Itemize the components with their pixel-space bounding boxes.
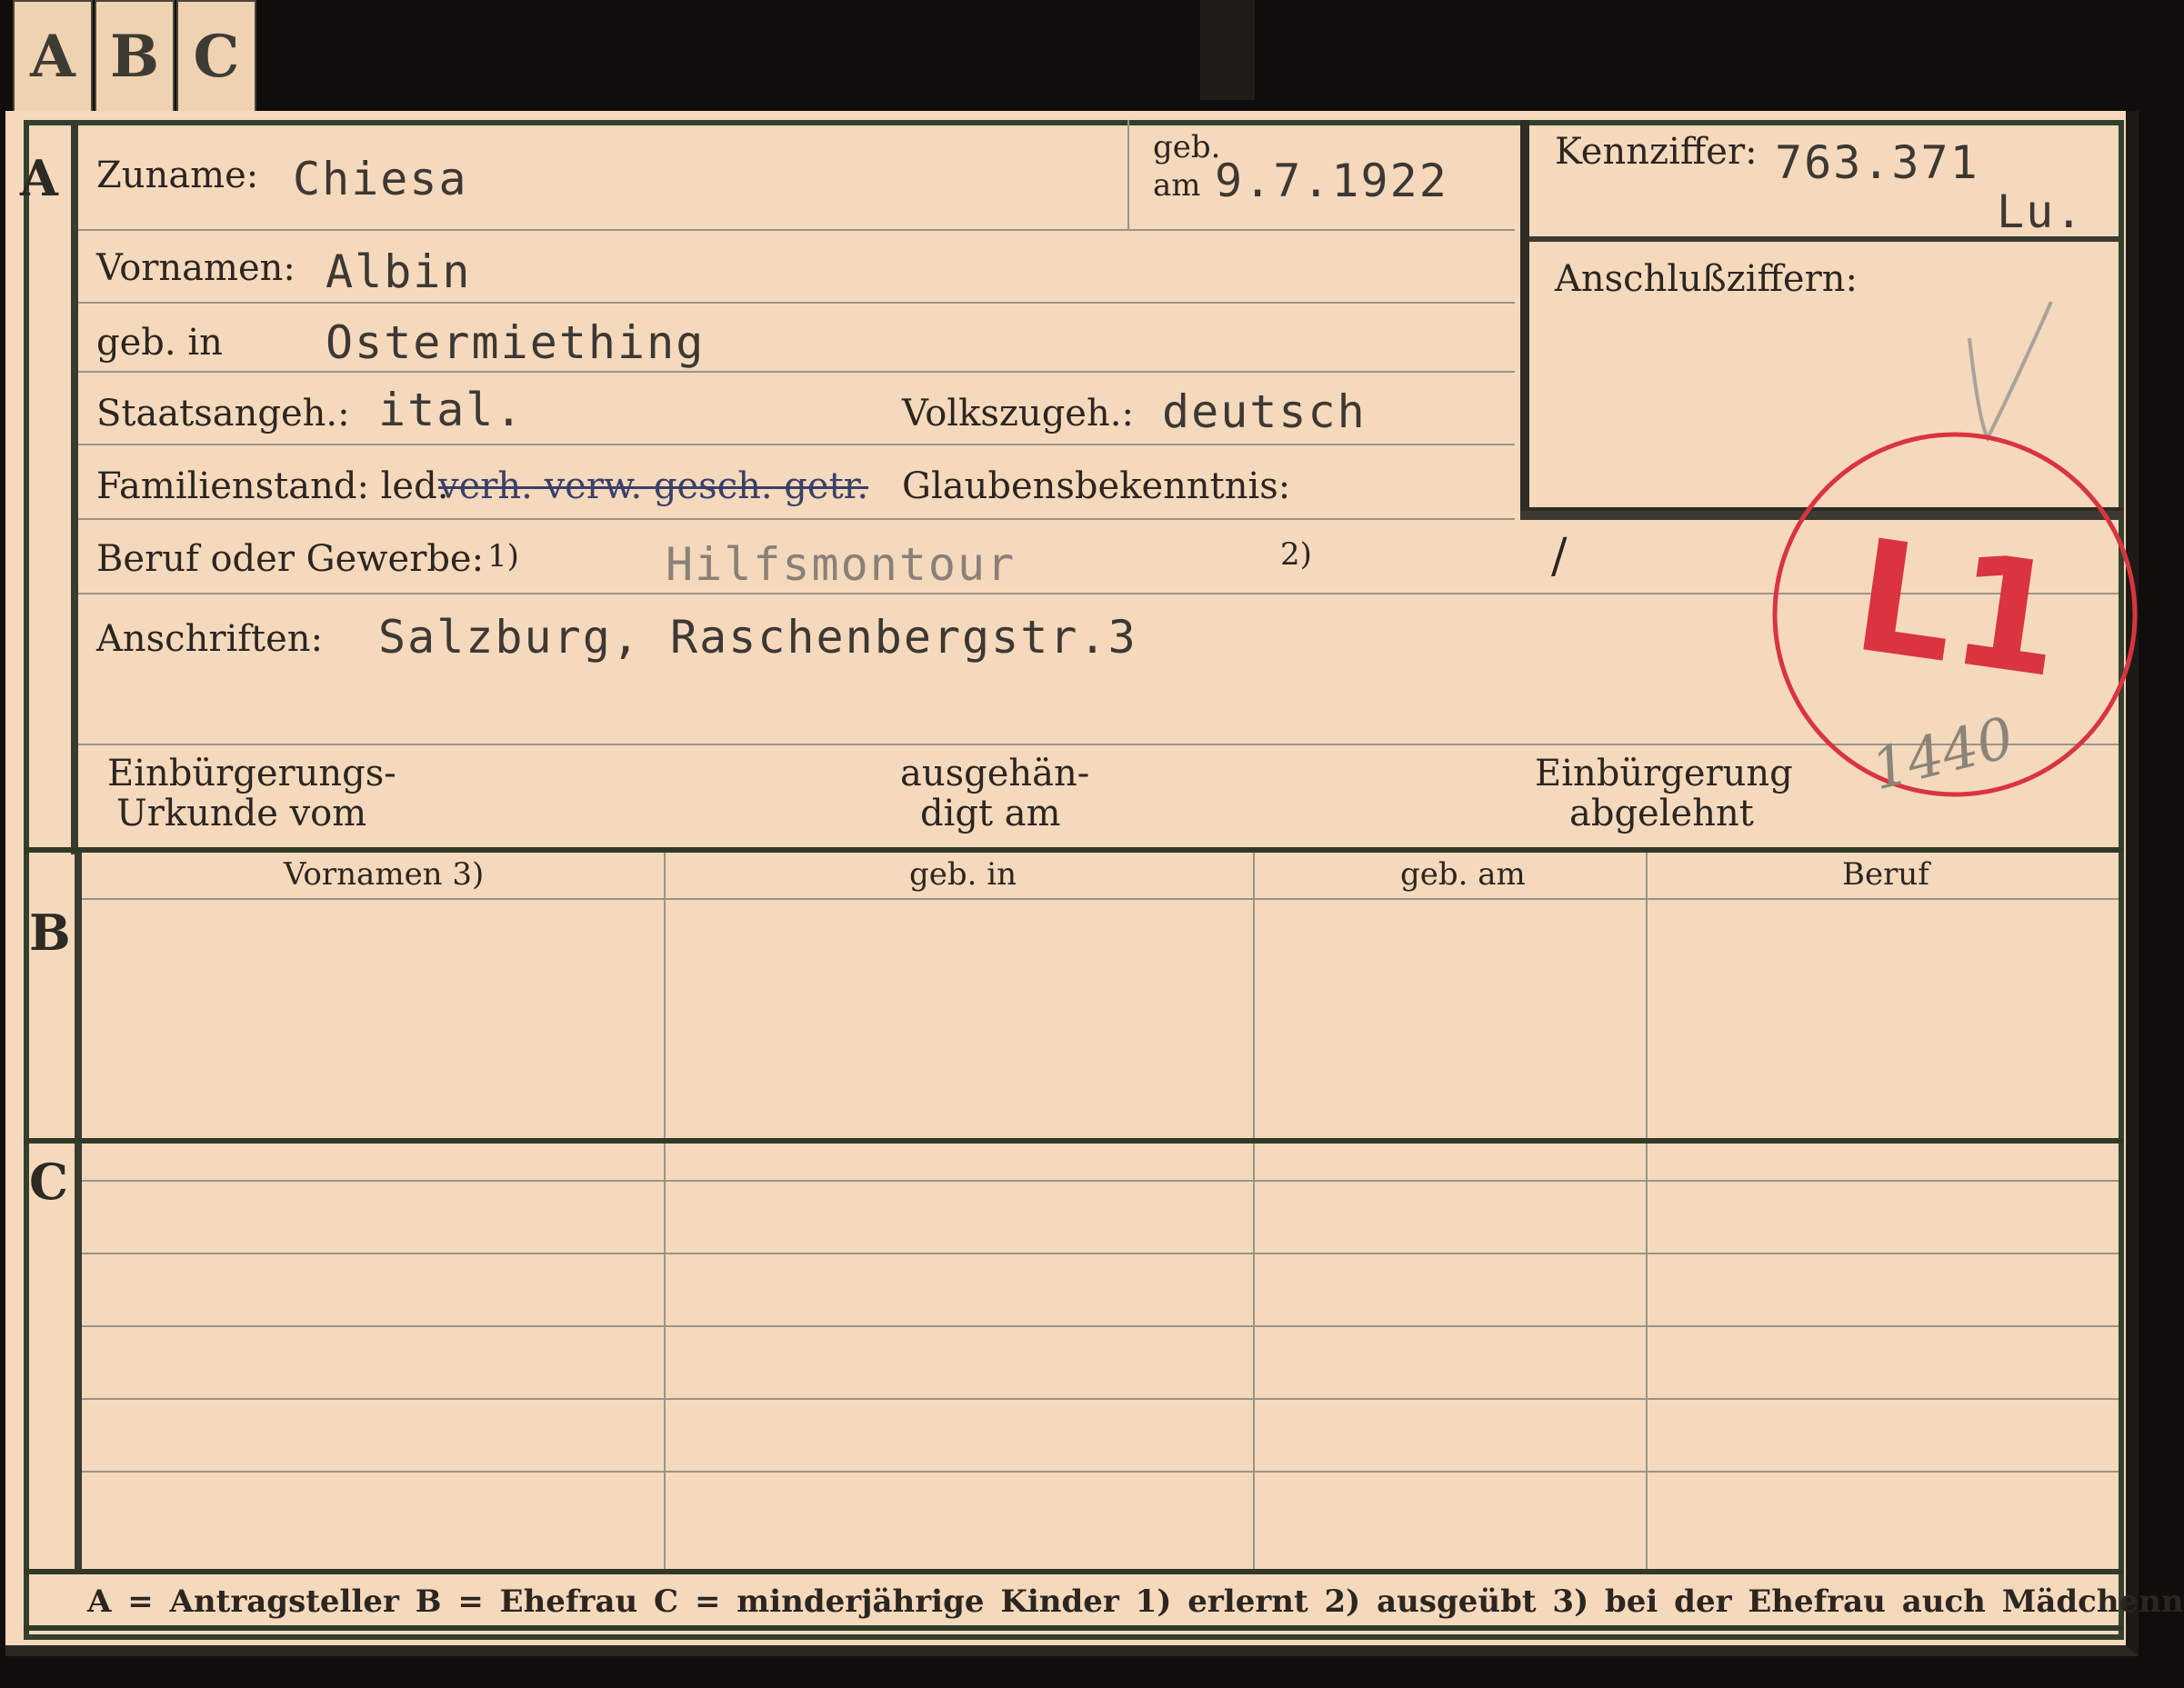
- tab-b[interactable]: B: [95, 0, 175, 113]
- id-suffix-value: Lu.: [1997, 185, 2085, 238]
- marital-status-label: Familienstand: led.: [96, 465, 449, 507]
- row-rule: [78, 444, 1515, 445]
- occupation-slash: /: [1551, 529, 1568, 584]
- section-c-marker: C: [29, 1153, 68, 1211]
- section-c-top-rule: [24, 1138, 2124, 1144]
- row-rule: [78, 518, 1515, 520]
- first-names-label: Vornamen:: [96, 247, 296, 289]
- column-header-birthdate: geb. am: [1400, 856, 1526, 893]
- naturalization-document-label-2: Urkunde vom: [116, 793, 367, 834]
- child-row-rule: [82, 1471, 2119, 1473]
- child-row-rule: [82, 1253, 2119, 1254]
- marital-status-struck-options: verh. verw. gesch. getr.: [438, 465, 869, 507]
- row-rule: [78, 229, 1515, 231]
- legend-text: A = Antragsteller B = Ehefrau C = minder…: [87, 1583, 2184, 1620]
- column-divider: [1646, 1144, 1648, 1569]
- child-row-rule: [82, 1325, 2119, 1327]
- legend-top-rule: [24, 1569, 2124, 1574]
- registration-card: A Zuname: Chiesa geb. am 9.7.1922 Vornam…: [5, 111, 2184, 1656]
- citizenship-value: ital.: [378, 384, 525, 436]
- stamp-code: L1: [1844, 506, 2073, 714]
- born-in-label: geb. in: [96, 322, 223, 364]
- child-row-rule: [82, 1180, 2119, 1182]
- birthdate-divider: [1127, 120, 1129, 231]
- birth-date-value: 9.7.1922: [1215, 155, 1448, 207]
- tab-a[interactable]: A: [13, 0, 93, 113]
- religion-label: Glaubensbekenntnis:: [902, 465, 1291, 507]
- column-divider: [1253, 1144, 1255, 1569]
- section-a-left-rule: [71, 120, 78, 854]
- column-divider: [1253, 853, 1255, 1142]
- id-number-value: 763.371: [1775, 136, 1979, 189]
- surname-label: Zuname:: [96, 155, 259, 196]
- handed-over-label-1: ausgehän-: [900, 753, 1090, 794]
- linked-numbers-label: Anschlußziffern:: [1555, 258, 1858, 300]
- address-label: Anschriften:: [96, 618, 324, 660]
- occupation-footnote-2: 2): [1280, 536, 1312, 573]
- column-header-birthplace: geb. in: [909, 856, 1017, 893]
- tab-c[interactable]: C: [176, 0, 256, 113]
- column-header-occupation: Beruf: [1842, 856, 1929, 893]
- ethnicity-value: deutsch: [1162, 385, 1367, 438]
- section-c-left-rule: [75, 1144, 82, 1569]
- child-row-rule: [82, 1398, 2119, 1400]
- column-divider: [664, 853, 666, 1142]
- first-names-value: Albin: [326, 245, 472, 298]
- row-rule: [78, 302, 1515, 304]
- column-divider: [1646, 853, 1648, 1142]
- stamp-circle-icon: L1 1440: [1772, 432, 2138, 803]
- address-value: Salzburg, Raschenbergstr.3: [378, 611, 1137, 664]
- surname-value: Chiesa: [293, 153, 468, 205]
- column-header-rule: [82, 898, 2119, 900]
- id-label: Kennziffer:: [1555, 131, 1758, 173]
- ethnicity-label: Volkszugeh.:: [902, 393, 1134, 434]
- naturalization-document-label-1: Einbürgerungs-: [107, 753, 396, 794]
- handed-over-label-2: digt am: [920, 793, 1061, 834]
- row-rule: [78, 371, 1515, 373]
- birthplace-value: Ostermiething: [326, 316, 706, 369]
- occupation-label: Beruf oder Gewerbe:: [96, 538, 485, 580]
- born-on-label-2: am: [1153, 167, 1201, 204]
- section-b-marker: B: [29, 904, 71, 962]
- naturalization-rejected-label-2: abgelehnt: [1569, 793, 1754, 834]
- section-b-top-rule: [24, 847, 2124, 853]
- occupation-footnote-1: 1): [487, 538, 519, 574]
- occupation-value: Hilfsmontour: [666, 538, 1017, 591]
- dark-background-strip: [1200, 0, 1255, 100]
- born-on-label-1: geb.: [1153, 129, 1221, 165]
- naturalization-rejected-label-1: Einbürgerung: [1535, 753, 1793, 794]
- citizenship-label: Staatsangeh.:: [96, 393, 350, 434]
- section-a-marker: A: [20, 149, 58, 207]
- column-header-first-names: Vornamen 3): [284, 856, 485, 893]
- legend-bottom-rule: [24, 1625, 2124, 1631]
- section-b-left-rule: [75, 853, 82, 1142]
- column-divider: [664, 1144, 666, 1569]
